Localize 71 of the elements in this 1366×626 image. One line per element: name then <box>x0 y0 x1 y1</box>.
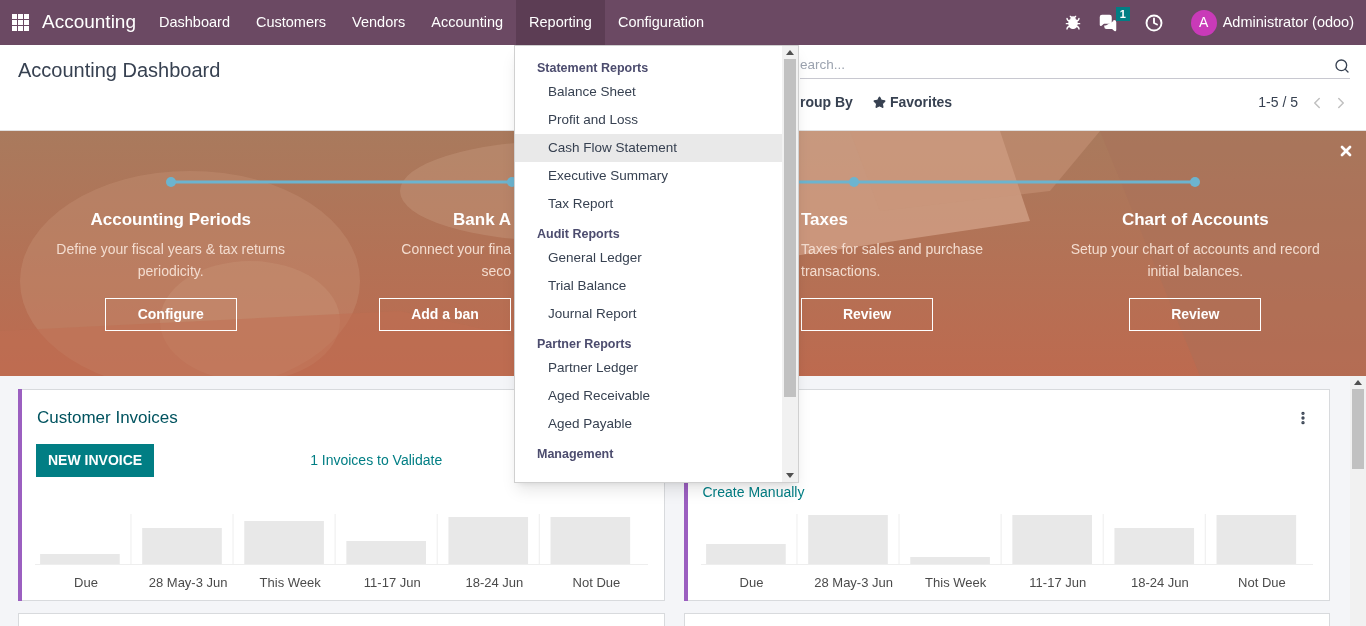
step-button[interactable]: Review <box>801 298 933 331</box>
nav-menu-item[interactable]: Dashboard <box>146 0 243 45</box>
step-button[interactable]: Add a ban <box>379 298 511 331</box>
create-manually-link[interactable]: Create Manually <box>702 481 805 503</box>
message-count-badge: 1 <box>1115 6 1130 21</box>
user-avatar[interactable]: A <box>1190 9 1217 36</box>
axis-label: Not Due <box>571 573 622 592</box>
axis-label: This Week <box>924 573 988 592</box>
scrollbar-thumb[interactable] <box>1352 389 1364 469</box>
axis-label: Not Due <box>1237 573 1287 592</box>
user-name[interactable]: Administrator (odoo) <box>1222 11 1354 34</box>
scrollbar[interactable] <box>782 46 798 482</box>
axis-label: 28 May-3 Jun <box>813 573 894 592</box>
menu-item[interactable]: Aged Payable <box>515 410 782 438</box>
nav-menu-item[interactable]: Vendors <box>339 0 419 45</box>
axis-label: 28 May-3 Jun <box>147 573 229 592</box>
menu-section-header: Management <box>536 445 615 463</box>
scrollbar-thumb[interactable] <box>784 59 796 397</box>
app-name[interactable]: Accounting <box>42 8 136 37</box>
menu-section-header: Audit Reports <box>536 225 621 243</box>
axis-label: 18-24 Jun <box>464 573 525 592</box>
menu-item[interactable]: Cash Flow Statement <box>515 134 782 162</box>
pager: 1-5 / 5 <box>1258 93 1298 112</box>
axis-label: 18-24 Jun <box>1129 573 1190 592</box>
axis-label: Due <box>738 573 765 592</box>
search-field[interactable]: earch... <box>800 55 1334 76</box>
menu-section-header: Statement Reports <box>536 59 650 77</box>
step-description: Taxes for sales and purchase transactions. <box>801 240 984 281</box>
step-description: Setup your chart of accounts and record initial balances. <box>1070 240 1320 281</box>
scroll-down-icon[interactable] <box>786 473 794 478</box>
axis-label: 11-17 Jun <box>362 573 422 592</box>
menu-item[interactable]: Journal Report <box>515 300 782 328</box>
step-title: Taxes <box>801 209 848 231</box>
debug-icon[interactable] <box>1064 14 1081 31</box>
step-title: Accounting Periods <box>90 209 252 231</box>
step-description: Define your fiscal years & tax returns periodicity. <box>56 240 286 281</box>
menu-section-header: Partner Reports <box>536 335 633 353</box>
menu-item[interactable]: Partner Ledger <box>515 354 782 382</box>
apps-grid-icon[interactable] <box>12 13 30 32</box>
menu-item[interactable]: Tax Report <box>515 190 782 218</box>
nav-menu-item[interactable]: Reporting <box>516 0 605 45</box>
scroll-up-icon[interactable] <box>786 50 794 55</box>
star-icon <box>872 96 886 109</box>
nav-menu-item[interactable]: Configuration <box>604 0 718 45</box>
step-title: Chart of Accounts <box>1121 209 1269 231</box>
axis-label: 11-17 Jun <box>1028 573 1088 592</box>
validate-invoices-link[interactable]: 1 Invoices to Validate <box>310 449 443 471</box>
step-title: Bank A <box>453 209 511 231</box>
search-icon[interactable] <box>1334 57 1350 74</box>
axis-label: Due <box>73 573 99 592</box>
menu-item[interactable]: Trial Balance <box>515 272 782 300</box>
menu-item[interactable]: Balance Sheet <box>515 78 782 106</box>
card-title: Customer Invoices <box>37 407 178 430</box>
menu-item[interactable]: General Ledger <box>515 244 782 272</box>
step-button[interactable]: Review <box>1129 298 1262 331</box>
favorites-button[interactable]: Favorites <box>872 92 953 113</box>
step-description: Connect your fina seco <box>401 240 511 281</box>
page-scrollbar[interactable] <box>1350 376 1366 626</box>
scroll-up-icon[interactable] <box>1354 380 1362 385</box>
menu-item[interactable]: Executive Summary <box>515 162 782 190</box>
nav-menu-item[interactable]: Accounting <box>418 0 517 45</box>
menu-item[interactable]: Aged Receivable <box>515 382 782 410</box>
nav-menu-item[interactable]: Customers <box>242 0 340 45</box>
page-title: Accounting Dashboard <box>17 58 221 83</box>
group-by-button[interactable]: roup By <box>800 92 853 113</box>
axis-label: This Week <box>258 573 322 592</box>
activity-clock-icon[interactable] <box>1144 13 1163 32</box>
menu-item[interactable]: Profit and Loss <box>515 106 782 134</box>
messages-icon[interactable] <box>1098 13 1117 32</box>
close-button[interactable] <box>1338 143 1354 159</box>
new-invoice-button[interactable]: NEW INVOICE <box>36 443 155 477</box>
